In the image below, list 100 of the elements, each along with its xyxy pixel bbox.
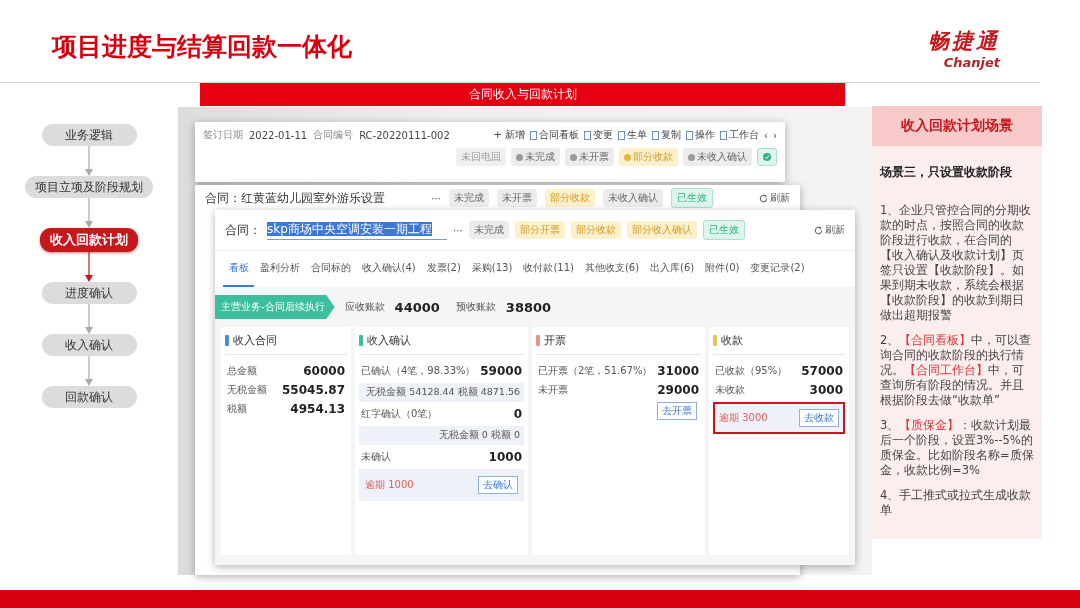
- tab[interactable]: 收入确认(4): [356, 251, 422, 287]
- action-button[interactable]: 去收款: [799, 409, 839, 427]
- refresh-icon: [814, 225, 823, 235]
- toolbar-button[interactable]: 复制: [652, 128, 681, 142]
- card-title: 收入确认: [367, 333, 411, 348]
- row-value: 31000: [657, 364, 699, 378]
- status-tag: 未收入确认: [602, 189, 663, 207]
- row-value: 60000: [303, 364, 345, 378]
- row-value: 1000: [488, 450, 522, 464]
- toolbar-button[interactable]: 工作台: [720, 128, 759, 142]
- flow-arrow: [85, 146, 93, 176]
- card-title: 收款: [721, 333, 743, 348]
- panel-title: 收入回款计划场景: [872, 106, 1042, 146]
- status-tag: 部分收款: [619, 148, 678, 166]
- tab[interactable]: 发票(2): [421, 251, 467, 287]
- paragraph: 3、【质保金】：收款计划最后一个阶段，设置3%--5%的质保金。比如阶段名称=质保金，收款比例=3%: [879, 418, 1035, 479]
- flow-arrow: [85, 198, 93, 228]
- action-button[interactable]: 去确认: [478, 476, 518, 494]
- flow-step[interactable]: 项目立项及阶段规划: [25, 176, 153, 198]
- row-label: 未确认: [361, 450, 391, 464]
- summary-value: 38800: [505, 299, 552, 315]
- status-tag: 已生效: [670, 188, 713, 208]
- section-banner: 合同收入与回款计划: [200, 83, 845, 106]
- summary-label: 预收账款: [455, 300, 496, 314]
- tab[interactable]: 附件(0): [699, 251, 745, 287]
- status-tag: 未回电回: [456, 148, 506, 166]
- logo-text: 畅捷通: [928, 27, 1000, 55]
- row-value: 0: [513, 407, 522, 421]
- status-tag: 已生效: [702, 220, 745, 240]
- panel-subtitle: 场景三，只设置收款阶段: [878, 164, 1013, 181]
- field-label: 合同编号: [313, 128, 354, 142]
- document-icon: [584, 130, 591, 140]
- field-label: 签订日期: [203, 128, 243, 142]
- tab[interactable]: 出入库(6): [644, 251, 700, 287]
- refresh-icon: [759, 193, 768, 203]
- flow-step[interactable]: 进度确认: [41, 282, 137, 304]
- toolbar-button[interactable]: + 新增: [493, 128, 525, 142]
- row-value: 4954.13: [290, 402, 345, 416]
- field-value: 2022-01-11: [249, 129, 308, 141]
- circle-icon: [570, 153, 577, 161]
- refresh-button[interactable]: 刷新: [759, 191, 790, 205]
- row-label: 已确认（4笔，98.33%）: [361, 364, 476, 378]
- flow-step[interactable]: 业务逻辑: [41, 124, 137, 146]
- status-tag: 未完成: [448, 189, 489, 207]
- flow-step[interactable]: 收入确认: [41, 334, 137, 356]
- nav-button[interactable]: ›: [773, 129, 777, 141]
- tab[interactable]: 盈利分析: [254, 251, 305, 287]
- row-label: 总金额: [227, 364, 257, 378]
- flow-arrow: [85, 252, 93, 282]
- row-value: 59000: [480, 364, 522, 378]
- card-title: 开票: [544, 333, 566, 348]
- tab[interactable]: 其他收支(6): [579, 251, 645, 287]
- tab[interactable]: 看板: [223, 251, 254, 287]
- row-label: 无税金额: [227, 383, 267, 397]
- more-button[interactable]: ···: [453, 224, 463, 236]
- status-tag: 未开票: [496, 189, 537, 207]
- paragraph: 1、企业只管控合同的分期收款的时点，按照合同的收款阶段进行收款，在合同的【收入确认及收款计划】页签只设置【收款阶段】。如果到期未收款，系统会根据【收款阶段】的收款到期日做出超期报警: [879, 203, 1033, 324]
- nav-button[interactable]: ‹: [764, 129, 768, 141]
- tab[interactable]: 合同标的: [305, 251, 356, 287]
- toolbar-button[interactable]: 操作: [686, 128, 715, 142]
- row-label: 未收款: [715, 383, 745, 397]
- sub-note: 无税金额 0 税额 0: [359, 426, 524, 445]
- status-tag: 未完成: [511, 148, 560, 166]
- row-label: 税额: [227, 402, 247, 416]
- toolbar-button[interactable]: 变更: [584, 128, 613, 142]
- action-button[interactable]: 去开票: [657, 402, 697, 420]
- more-button[interactable]: ···: [431, 192, 441, 204]
- row-value: 29000: [657, 383, 699, 397]
- status-tag: 未收入确认: [683, 148, 752, 166]
- document-icon: [530, 130, 537, 140]
- document-icon: [720, 130, 727, 140]
- card-title: 收入合同: [233, 333, 277, 348]
- tab[interactable]: 采购(13): [466, 251, 518, 287]
- row-label: 红字确认（0笔）: [361, 407, 438, 421]
- logo-subtext: Chanjet: [943, 54, 1000, 70]
- flow-step[interactable]: 回款确认: [41, 386, 137, 408]
- flow-step[interactable]: 收入回款计划: [40, 228, 138, 252]
- document-icon: [686, 130, 693, 140]
- check-icon: [763, 153, 771, 161]
- summary-label: 应收账款: [344, 300, 385, 314]
- refresh-button[interactable]: 刷新: [814, 223, 845, 237]
- summary-value: 44000: [394, 299, 440, 315]
- tab[interactable]: 收付款(11): [517, 251, 580, 287]
- toolbar-button[interactable]: 合同看板: [530, 128, 579, 142]
- row-label: 已开票（2笔，51.67%）: [538, 364, 653, 378]
- overdue-text: 逾期 1000: [365, 478, 414, 492]
- stage-badge: 主营业务-合同后续执行: [215, 295, 335, 319]
- circle-icon: [688, 153, 695, 161]
- toolbar-button[interactable]: 生单: [618, 128, 647, 142]
- status-tag: 部分收入确认: [626, 221, 697, 239]
- row-value: 55045.87: [282, 383, 345, 397]
- document-icon: [618, 130, 625, 140]
- row-label: 已收款（95%）: [715, 364, 788, 378]
- tab[interactable]: 变更记录(2): [744, 251, 811, 287]
- flow-arrow: [85, 304, 93, 334]
- status-tag: 部分开票: [514, 221, 565, 239]
- sub-note: 无税金额 54128.44 税额 4871.56: [359, 383, 524, 402]
- status-tag: 部分收款: [544, 189, 595, 207]
- paragraph: 2、【合同看板】中，可以查询合同的收款阶段的执行情况。【合同工作台】中，可查询所有阶段的情况。并且根据阶段去做“收款单”: [879, 333, 1033, 409]
- status-tag: 未开票: [565, 148, 614, 166]
